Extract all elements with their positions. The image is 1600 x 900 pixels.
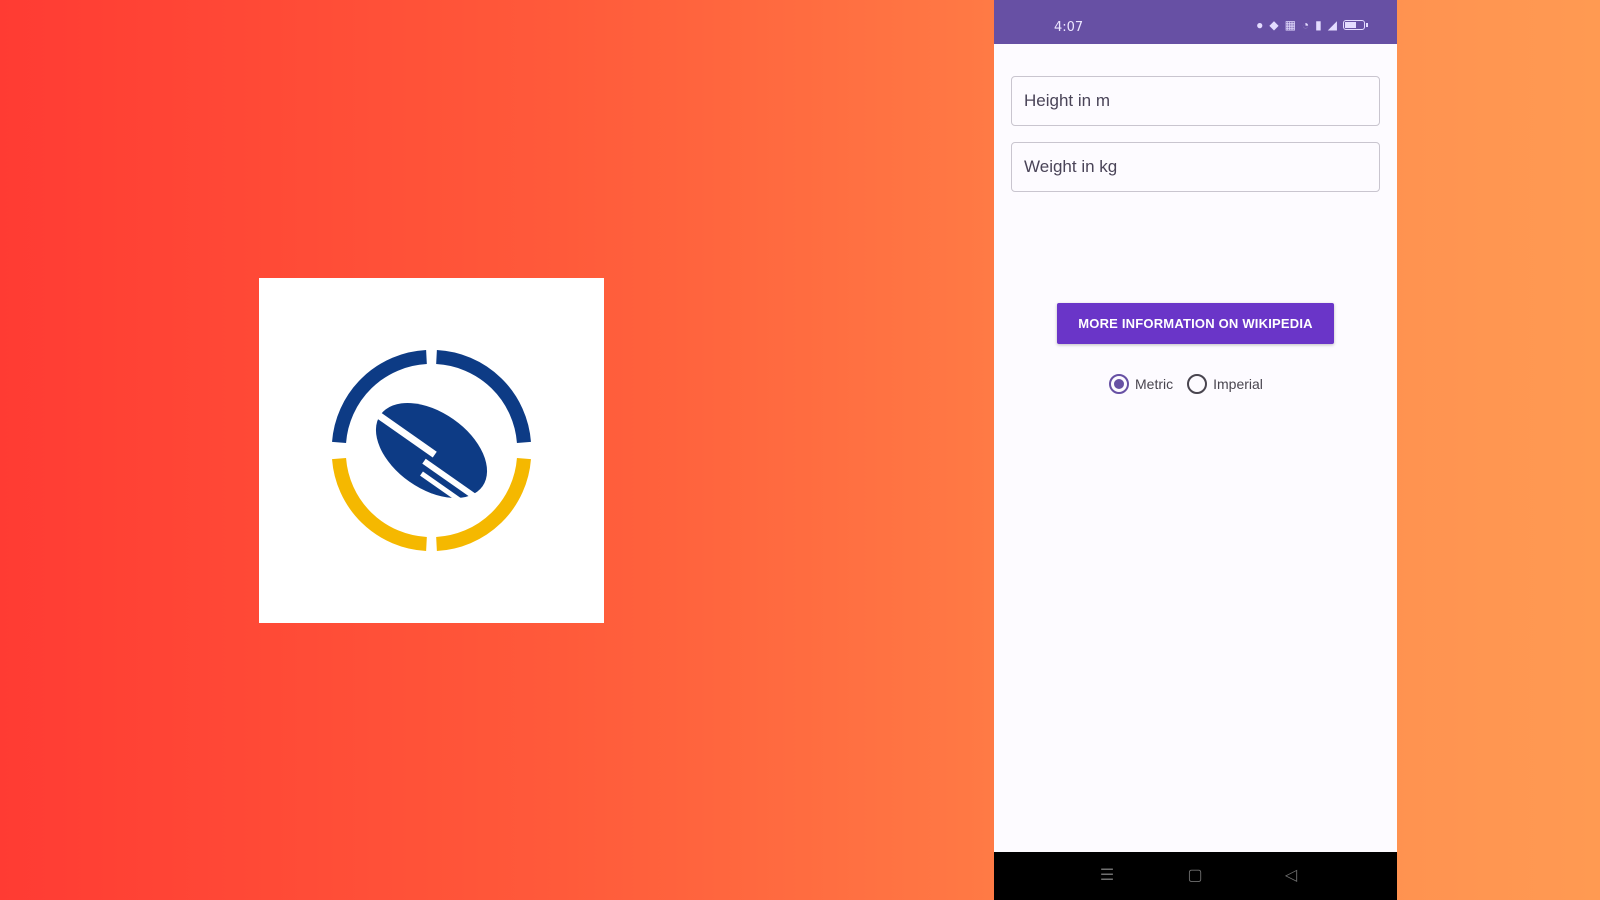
cell-signal-icon: ◢ [1327,18,1337,32]
notification-icon: ● [1256,18,1264,32]
status-bar: 4:07 ● ◆ ▦ ◔ ▮ ◢ [994,0,1397,44]
weight-field [1011,142,1380,192]
home-icon[interactable]: ▢ [1185,866,1205,886]
radio-metric[interactable]: Metric [1109,374,1173,394]
weight-input[interactable] [1012,143,1379,191]
radio-imperial-circle[interactable] [1187,374,1208,394]
unit-radio-group: Metric Imperial [1109,374,1263,394]
radio-imperial[interactable]: Imperial [1187,374,1263,394]
app-icon-card [259,278,604,623]
sync-icon: ◆ [1269,18,1279,32]
menu-icon[interactable]: ☰ [1097,866,1117,886]
radio-metric-circle[interactable] [1109,374,1129,394]
phone-screen: 4:07 ● ◆ ▦ ◔ ▮ ◢ MORE INFORMATION ON WIK… [994,0,1397,900]
height-field [1011,76,1380,126]
status-icons: ● ◆ ▦ ◔ ▮ ◢ [1256,18,1368,32]
wikipedia-info-button[interactable]: MORE INFORMATION ON WIKIPEDIA [1057,303,1334,344]
navigation-bar: ☰ ▢ ◁ [994,852,1397,900]
back-icon[interactable]: ◁ [1281,866,1301,886]
radio-metric-label: Metric [1135,376,1174,392]
wifi-icon: ◔ [1301,18,1310,32]
signal-icon: ▮ [1315,18,1322,32]
nfc-icon: ▦ [1284,18,1296,32]
radio-imperial-label: Imperial [1213,376,1263,392]
status-time: 4:07 [1054,20,1084,35]
height-input[interactable] [1012,77,1379,125]
app-logo-icon [332,350,531,551]
battery-icon [1343,20,1368,30]
